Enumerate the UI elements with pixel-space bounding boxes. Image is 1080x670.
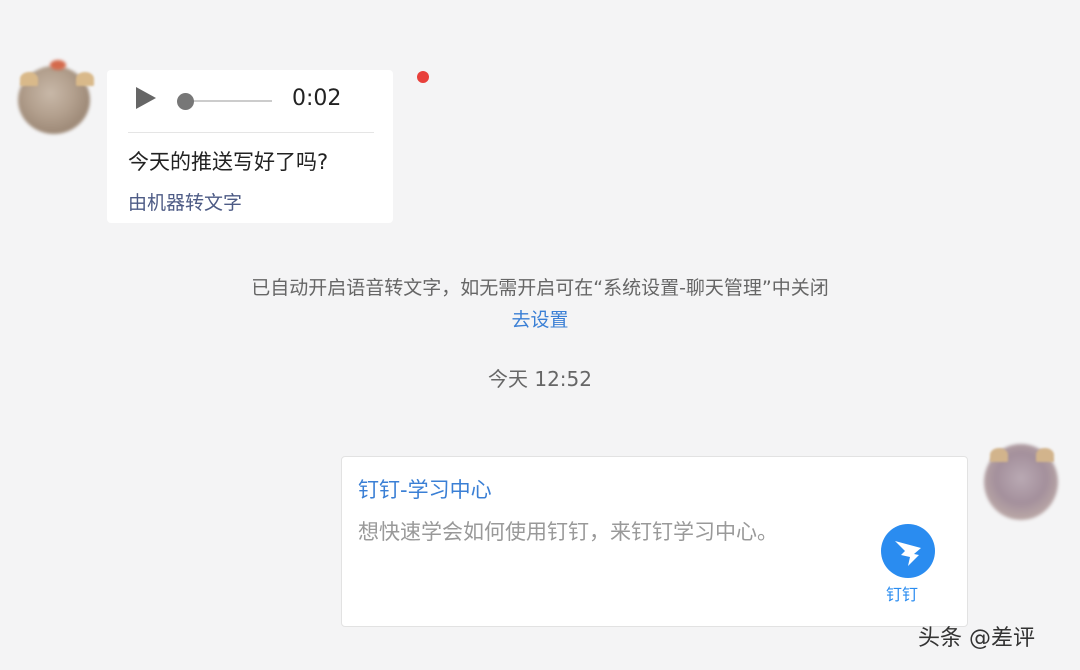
system-notice: 已自动开启语音转文字，如无需开启可在“系统设置-聊天管理”中关闭: [251, 277, 829, 299]
avatar-crest-decoration: [50, 60, 66, 70]
audio-progress-knob[interactable]: [177, 93, 194, 110]
unread-dot: [417, 71, 429, 83]
avatar-ear-decoration: [20, 72, 38, 86]
go-to-settings-link[interactable]: 去设置: [0, 305, 1080, 332]
link-card-title[interactable]: 钉钉-学习中心: [358, 474, 492, 504]
link-card-description: 想快速学会如何使用钉钉，来钉钉学习中心。: [358, 520, 778, 544]
avatar-ear-decoration: [76, 72, 94, 86]
message-timestamp: 今天 12:52: [488, 367, 592, 391]
audio-progress-track[interactable]: [186, 100, 272, 102]
avatar-ear-decoration: [1036, 448, 1054, 462]
avatar-ear-decoration: [990, 448, 1008, 462]
watermark: 头条 @差评: [918, 626, 1035, 651]
voice-transcript: 今天的推送写好了吗?: [128, 150, 329, 174]
dingtalk-logo-label: 钉钉: [886, 585, 919, 604]
play-icon[interactable]: [136, 87, 156, 109]
dingtalk-icon: [881, 524, 935, 578]
bubble-divider: [128, 132, 374, 133]
audio-duration: 0:02: [292, 86, 342, 111]
machine-conversion-label: 由机器转文字: [128, 192, 243, 214]
